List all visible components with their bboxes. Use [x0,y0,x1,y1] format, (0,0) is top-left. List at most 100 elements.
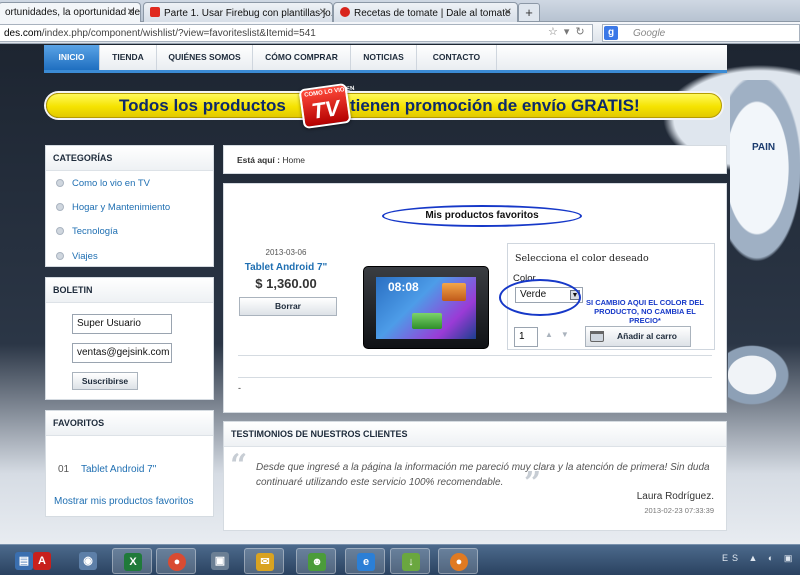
firebug-icon[interactable]: ▣ [200,548,240,574]
menu-item-noticias[interactable]: NOTICIAS [351,45,417,70]
breadcrumb-current[interactable]: Home [282,155,305,165]
menu-item-contacto[interactable]: CONTACTO [417,45,497,70]
favorites-sidebar-panel: FAVORITOS 01 Tablet Android 7" Mostrar m… [45,410,214,517]
browser-tab-2[interactable]: Parte 1. Usar Firebug con plantillas jo.… [143,2,333,22]
favorite-item-number: 01 [58,464,70,475]
firefox-icon[interactable]: ● [438,548,478,574]
categories-title: CATEGORÍAS [46,146,213,171]
menu-item-como-comprar[interactable]: CÓMO COMPRAR [253,45,351,70]
quantity-input[interactable]: 1 [514,327,538,347]
favorite-item-link[interactable]: Tablet Android 7" [81,464,156,475]
divider [238,355,712,356]
cart-icon [590,331,604,342]
menu-item-tienda[interactable]: TIENDA [100,45,157,70]
promo-banner[interactable]: Todos los productos tienen promoción de … [46,93,722,118]
testimonial-text: Desde que ingresé a la página la informa… [256,462,710,488]
category-item[interactable]: Como lo vio en TV [56,178,150,189]
google-search-engine-icon[interactable]: g [604,26,618,40]
quote-close-icon: ” [524,466,542,501]
tv-logo: COMO LO VIO EN TV [298,82,355,130]
download-icon[interactable]: ↓ [390,548,430,574]
product-image[interactable]: 08:08 [363,266,489,349]
site-menu: INICIO TIENDA QUIÉNES SOMOS CÓMO COMPRAR… [44,45,727,73]
bookmark-star-icon[interactable]: ☆ [548,26,564,38]
reload-icon[interactable]: ↻ [575,26,590,38]
close-icon[interactable]: ✕ [504,7,512,18]
category-item[interactable]: Viajes [56,251,98,262]
email-field[interactable]: ventas@gejsink.com [72,343,172,363]
bullet-icon [56,227,64,235]
testimonial-date: 2013-02-23 07:33:39 [644,506,714,515]
category-label: Tecnología [72,226,118,237]
tv-logo-big-text: TV [309,95,342,124]
quantity-stepper[interactable]: ▲▼ [545,330,577,339]
decorative-product-image-lower [728,330,800,420]
subscribe-button[interactable]: Suscribirse [72,372,138,390]
youtube-icon [150,7,160,17]
tablet-screen: 08:08 [376,277,476,339]
url-path: /index.php/component/wishlist/?view=favo… [41,28,316,39]
testimonials-title: TESTIMONIOS DE NUESTROS CLIENTES [224,422,726,447]
product-name-link[interactable]: Tablet Android 7" [236,262,336,273]
newsletter-title: BOLETIN [46,278,213,303]
tablet-clock: 08:08 [388,280,419,294]
system-tray[interactable]: ES ▲ ◐ ▣ [722,553,796,564]
decorative-product-image [730,80,800,300]
promo-text-after: tienen promoción de envío GRATIS! [350,96,640,115]
tablet-widget [442,283,466,301]
url-host: des.com [4,28,42,39]
bullet-icon [56,203,64,211]
page-title: Mis productos favoritos [382,205,582,227]
search-input[interactable]: Google [602,24,800,42]
name-field[interactable]: Super Usuario [72,314,172,334]
decorative-label: PAIN [752,142,776,153]
close-icon[interactable]: ✕ [127,7,135,18]
category-item[interactable]: Tecnología [56,226,118,237]
excel-icon[interactable]: X [112,548,152,574]
search-placeholder: Google [633,28,666,39]
product-price: $ 1,360.00 [255,276,317,291]
browser-tab-3[interactable]: Recetas de tomate | Dale al tomate ✕ [333,2,518,22]
tab-3-label: Recetas de tomate | Dale al tomate [354,8,511,19]
tab-1-label: ortunidades, la oportunidad de ... [5,7,141,18]
show-all-favorites-link[interactable]: Mostrar mis productos favoritos [54,496,194,507]
bullet-icon [56,179,64,187]
favorites-sidebar-title: FAVORITOS [46,411,213,436]
acrobat-icon[interactable]: A [22,548,62,574]
category-label: Como lo vio en TV [72,178,150,189]
url-bar-actions: ☆▾↻ [548,25,591,38]
browser-nav-bar: des.com/index.php/component/wishlist/?vi… [0,22,800,44]
windows-taskbar: ▤ A ◉ X ● ▣ ✉ ☻ e ↓ ● ES ▲ ◐ ▣ [0,544,800,575]
app-icon[interactable]: ◉ [68,548,108,574]
annotation-ellipse [499,279,581,316]
tablet-widget [412,313,442,329]
close-icon[interactable]: ✕ [319,7,327,18]
decrement-icon[interactable]: ▼ [561,330,577,339]
url-bar[interactable]: des.com/index.php/component/wishlist/?vi… [0,24,593,42]
category-item[interactable]: Hogar y Mantenimiento [56,202,170,213]
category-label: Hogar y Mantenimiento [72,202,171,213]
product-date: 2013-03-06 [265,248,307,257]
internet-explorer-icon[interactable]: e [345,548,385,574]
footer-dash: - [238,383,241,393]
new-tab-button[interactable]: + [518,3,540,21]
messenger-icon[interactable]: ☻ [296,548,336,574]
newsletter-panel: BOLETIN Super Usuario ventas@gejsink.com… [45,277,214,400]
increment-icon[interactable]: ▲ [545,330,561,339]
menu-item-inicio[interactable]: INICIO [44,45,100,70]
delete-button[interactable]: Borrar [239,297,337,316]
bullet-icon [56,252,64,260]
chrome-icon[interactable]: ● [156,548,196,574]
dropdown-icon[interactable]: ▾ [564,26,576,38]
category-label: Viajes [72,251,98,262]
promo-text-before: Todos los productos [119,96,286,115]
testimonials-panel: TESTIMONIOS DE NUESTROS CLIENTES “ Desde… [223,421,727,531]
breadcrumb: Está aquí : Home [223,145,727,174]
browser-tab-1[interactable]: ortunidades, la oportunidad de ... ✕ [0,2,141,22]
outlook-icon[interactable]: ✉ [244,548,284,574]
menu-item-quienes-somos[interactable]: QUIÉNES SOMOS [157,45,253,70]
options-title: Selecciona el color deseado [515,253,649,264]
divider [238,377,712,378]
tomato-icon [340,7,350,17]
add-to-cart-button[interactable]: Añadir al carro [585,326,691,347]
